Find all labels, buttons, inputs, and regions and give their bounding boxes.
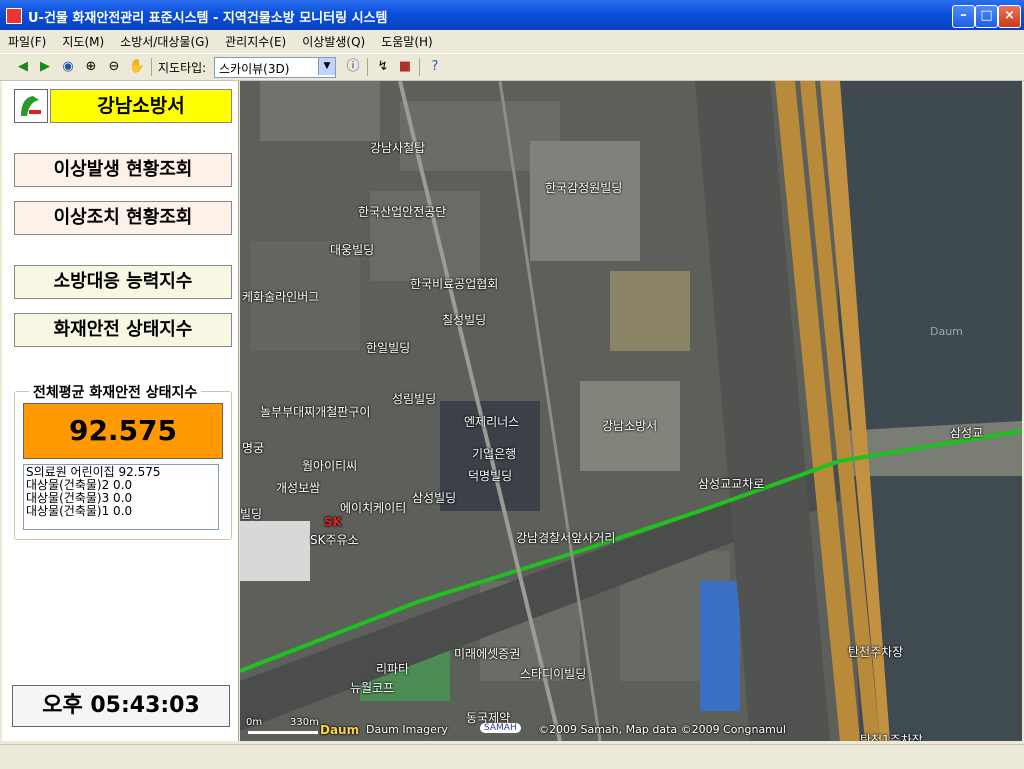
sk-logo: SK (324, 515, 342, 529)
map-label: SK주유소 (310, 533, 359, 547)
map-label: 개성보쌈 (276, 481, 321, 495)
menu-map[interactable]: 지도(M) (54, 30, 112, 53)
scale-zero: 0m (246, 717, 263, 728)
map-label: 기업은행 (472, 447, 517, 461)
map-label: 리파타 (376, 662, 410, 676)
map-label: 강남사철탑 (370, 141, 426, 155)
map-label: 삼성교교차로 (698, 477, 765, 491)
map-label: 에이치케이티 (340, 501, 407, 515)
help-icon[interactable]: ? (426, 58, 444, 76)
route-icon[interactable]: ↯ (374, 58, 392, 76)
summary-title: 전체평균 화재안전 상태지수 (29, 382, 202, 402)
average-score: 92.575 (23, 403, 223, 459)
imagery-credit: Daum Imagery (366, 723, 448, 736)
menu-abnormal[interactable]: 이상발생(Q) (294, 30, 373, 53)
pan-hand-icon[interactable]: ✋ (128, 58, 146, 76)
abnormal-status-button[interactable]: 이상발생 현황조회 (14, 153, 232, 187)
map-label: 칠성빌딩 (442, 313, 487, 327)
station-logo (14, 89, 48, 123)
app-icon (6, 8, 22, 24)
menu-management-index[interactable]: 관리지수(E) (217, 30, 294, 53)
left-panel: 강남소방서 이상발생 현황조회 이상조치 현황조회 소방대응 능력지수 화재안전… (2, 81, 239, 741)
map-type-label: 지도타입: (158, 61, 207, 75)
map-label: 뉴월코프 (350, 681, 395, 695)
map-label: 한일빌딩 (366, 341, 411, 355)
minimize-button[interactable]: – (952, 5, 975, 28)
action-status-button[interactable]: 이상조치 현황조회 (14, 201, 232, 235)
map-label: 놀부부대찌개철판구이 (260, 405, 371, 419)
map-label: 엔제리너스 (464, 415, 520, 429)
toolbar: ◀ ▶ ◉ ⊕ ⊖ ✋ 지도타입: 스카이뷰(3D) ▼ ⓘ ↯ ■ ? (0, 53, 1024, 81)
info-icon[interactable]: ⓘ (344, 58, 362, 76)
map-view[interactable]: 강남사철탑 한국감정원빌딩 한국산업안전공단 대웅빌딩 한국비료공업협회 케화술… (240, 81, 1022, 741)
map-label: 빌딩 (240, 507, 263, 521)
clock: 오후 05:43:03 (12, 685, 230, 727)
menu-help[interactable]: 도움말(H) (373, 30, 441, 53)
map-label: 스타디이빌딩 (520, 667, 587, 681)
map-label: 미래에셋증권 (454, 647, 521, 661)
maximize-button[interactable]: □ (975, 5, 998, 28)
map-label: 성림빌딩 (392, 392, 437, 406)
map-type-value: 스카이뷰(3D) (219, 62, 290, 76)
map-label: 삼성교 (950, 426, 984, 440)
vehicle-icon[interactable]: ■ (396, 58, 414, 76)
map-label: 삼성빌딩 (412, 491, 457, 505)
menu-file[interactable]: 파일(F) (0, 30, 54, 53)
map-label: 덕명빌딩 (468, 469, 513, 483)
map-label: 대웅빌딩 (330, 243, 375, 257)
close-button[interactable]: × (998, 5, 1021, 28)
globe-icon[interactable]: ◉ (59, 58, 77, 76)
scale-bar (248, 731, 318, 734)
map-type-select[interactable]: 스카이뷰(3D) ▼ (214, 57, 336, 78)
station-name[interactable]: 강남소방서 (50, 89, 232, 123)
safety-index-button[interactable]: 화재안전 상태지수 (14, 313, 232, 347)
target-score-list[interactable]: S의료원 어린이집 92.575 대상물(건축물)2 0.0 대상물(건축물)3… (23, 464, 219, 530)
map-label: 탄천1주차장 (860, 733, 923, 741)
back-arrow-icon[interactable]: ◀ (14, 58, 32, 76)
map-label: 한국비료공업협회 (410, 277, 499, 291)
map-label: 강남경찰서앞사거리 (516, 531, 616, 545)
window-title: U-건물 화재안전관리 표준시스템 - 지역건물소방 모니터링 시스템 (28, 11, 388, 26)
map-copyright: ©2009 Samah, Map data ©2009 Congnamul (538, 723, 786, 736)
zoom-in-icon[interactable]: ⊕ (82, 58, 100, 76)
menu-station-target[interactable]: 소방서/대상물(G) (112, 30, 217, 53)
map-label: 한국산업안전공단 (358, 205, 447, 219)
map-label: 한국감정원빌딩 (545, 181, 623, 195)
daum-logo: Daum (320, 723, 360, 737)
title-bar[interactable]: U-건물 화재안전관리 표준시스템 - 지역건물소방 모니터링 시스템 – □ … (0, 0, 1024, 30)
toolbar-separator (419, 58, 420, 76)
menu-bar: 파일(F) 지도(M) 소방서/대상물(G) 관리지수(E) 이상발생(Q) 도움말(H) (0, 30, 1024, 52)
map-label: 웜아이티씨 (302, 459, 358, 473)
map-label: 케화술라인버그 (242, 290, 320, 304)
list-item[interactable]: 대상물(건축물)1 0.0 (26, 505, 216, 518)
forward-arrow-icon[interactable]: ▶ (36, 58, 54, 76)
status-bar (0, 744, 1024, 769)
map-watermark: Daum (930, 325, 963, 338)
toolbar-separator (151, 58, 152, 76)
map-label: 명궁 (242, 441, 265, 455)
scale-value: 330m (290, 717, 319, 728)
map-label: 강남소방서 (602, 419, 658, 433)
chevron-down-icon[interactable]: ▼ (318, 58, 335, 75)
toolbar-separator (367, 58, 368, 76)
map-label: 탄천주차장 (848, 645, 904, 659)
samah-logo: SAMAH (480, 723, 521, 733)
zoom-out-icon[interactable]: ⊖ (105, 58, 123, 76)
response-index-button[interactable]: 소방대응 능력지수 (14, 265, 232, 299)
summary-group: 전체평균 화재안전 상태지수 92.575 S의료원 어린이집 92.575 대… (14, 382, 232, 540)
app-window: U-건물 화재안전관리 표준시스템 - 지역건물소방 모니터링 시스템 – □ … (0, 0, 1024, 769)
